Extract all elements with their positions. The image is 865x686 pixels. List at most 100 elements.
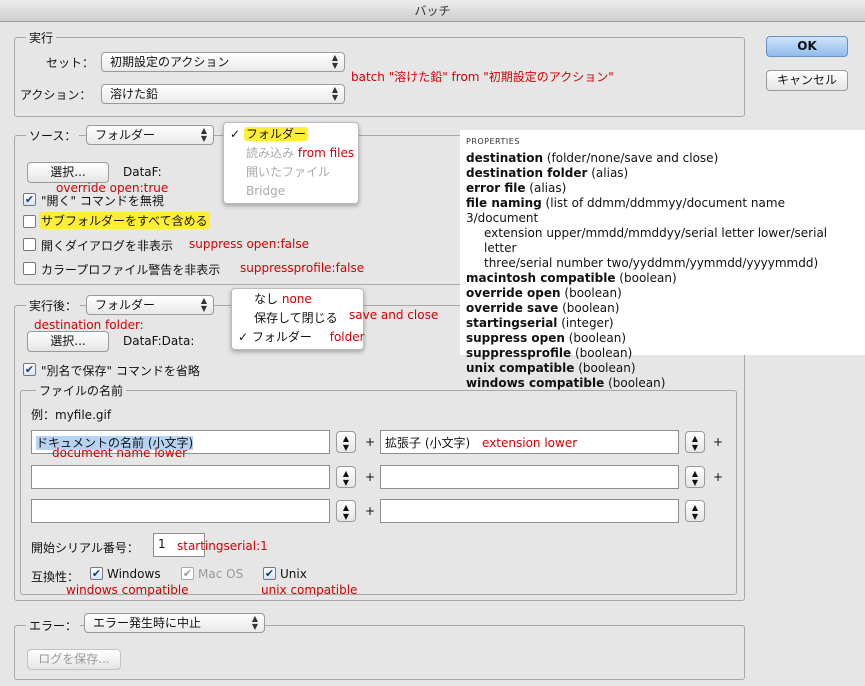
updown-arrows-icon: ▲ ▼ bbox=[251, 614, 258, 631]
override-open-checkbox[interactable]: ✔ bbox=[23, 193, 36, 206]
naming-field-3[interactable] bbox=[31, 465, 330, 489]
unix-label: Unix bbox=[280, 567, 307, 581]
prop-line: destination folder (alias) bbox=[466, 166, 629, 180]
naming-field-6-stepper[interactable]: ▲ ▼ bbox=[685, 500, 705, 522]
destination-menu-item-none[interactable]: なし none bbox=[238, 290, 357, 309]
naming-field-4[interactable] bbox=[380, 465, 679, 489]
checkmark-icon: ✔ bbox=[264, 567, 275, 580]
source-menu: ✓ フォルダー 読み込み from files 開いたファイル Bridge bbox=[223, 122, 359, 204]
naming-field-6[interactable] bbox=[380, 499, 679, 523]
destination-menu: なし none 保存して閉じる ✓ フォルダー folder bbox=[231, 288, 365, 350]
window-title: バッチ bbox=[0, 0, 865, 22]
play-note: batch "溶けた鉛" from "初期設定のアクション" bbox=[351, 70, 614, 84]
naming-field-5[interactable] bbox=[31, 499, 330, 523]
file-naming-group bbox=[20, 390, 737, 595]
source-menu-item-opened-files[interactable]: 開いたファイル bbox=[230, 163, 352, 182]
action-label: アクション： bbox=[20, 88, 92, 102]
naming-field-1-stepper[interactable]: ▲ ▼ bbox=[336, 431, 356, 453]
override-open-label: "開く" コマンドを無視 bbox=[41, 194, 164, 208]
unix-checkbox[interactable]: ✔ bbox=[263, 567, 276, 580]
prop-line: override save (boolean) bbox=[466, 301, 620, 315]
naming-field-2[interactable]: 拡張子 (小文字) extension lower bbox=[380, 430, 679, 454]
plus-4: + bbox=[713, 470, 724, 484]
source-menu-item-import[interactable]: 読み込み from files bbox=[230, 144, 354, 163]
serial-label: 開始シリアル番号： bbox=[31, 541, 139, 555]
prop-line: suppress open (boolean) bbox=[466, 331, 627, 345]
save-close-note: save and close bbox=[349, 308, 439, 322]
updown-arrows-icon: ▲ ▼ bbox=[331, 53, 338, 70]
suppress-open-label: 開くダイアログを非表示 bbox=[41, 239, 174, 253]
naming-field-4-stepper[interactable]: ▲ ▼ bbox=[685, 466, 705, 488]
errors-group bbox=[14, 625, 745, 680]
source-value: フォルダー bbox=[95, 128, 156, 142]
destination-popup[interactable]: フォルダー ▲ ▼ bbox=[86, 295, 214, 315]
destination-label: 実行後： bbox=[26, 297, 81, 314]
updown-arrows-icon: ▲ ▼ bbox=[200, 296, 207, 313]
set-label: セット： bbox=[46, 56, 95, 70]
windows-label: Windows bbox=[107, 567, 161, 581]
save-log-button[interactable]: ログを保存... bbox=[27, 649, 121, 670]
include-subfolders-label: サブフォルダーをすべて含める bbox=[39, 212, 210, 229]
macos-checkbox[interactable]: ✔ bbox=[181, 567, 194, 580]
destination-menu-item-folder[interactable]: ✓ フォルダー folder bbox=[238, 328, 365, 347]
action-popup[interactable]: 溶けた鉛 ▲ ▼ bbox=[101, 84, 345, 104]
source-menu-item-folder[interactable]: ✓ フォルダー bbox=[230, 125, 352, 144]
updown-arrows-icon: ▲ ▼ bbox=[342, 469, 350, 487]
suppress-profile-checkbox[interactable] bbox=[23, 262, 36, 275]
naming-field-2-stepper[interactable]: ▲ ▼ bbox=[685, 431, 705, 453]
destination-choose-button[interactable]: 選択... bbox=[27, 331, 109, 352]
prop-line: error file (alias) bbox=[466, 181, 567, 195]
action-value: 溶けた鉛 bbox=[110, 87, 159, 101]
checkmark-icon: ✔ bbox=[24, 363, 35, 376]
source-popup[interactable]: フォルダー ▲ ▼ bbox=[86, 125, 214, 145]
updown-arrows-icon: ▲ ▼ bbox=[691, 434, 699, 452]
set-popup[interactable]: 初期設定のアクション ▲ ▼ bbox=[101, 52, 345, 72]
errors-value: エラー発生時に中止 bbox=[93, 616, 202, 630]
errors-popup[interactable]: エラー発生時に中止 ▲ ▼ bbox=[84, 613, 265, 633]
prop-line: override open (boolean) bbox=[466, 286, 622, 300]
set-value: 初期設定のアクション bbox=[110, 55, 230, 69]
suppress-profile-note: suppressprofile:false bbox=[240, 261, 365, 275]
checkmark-icon: ✔ bbox=[182, 567, 193, 580]
ok-button[interactable]: OK bbox=[766, 36, 848, 57]
macos-label: Mac OS bbox=[198, 567, 244, 581]
checkmark-icon: ✔ bbox=[91, 567, 102, 580]
file-naming-legend: ファイルの名前 bbox=[36, 382, 127, 399]
prop-line: extension upper/mmdd/mmddyy/serial lette… bbox=[484, 226, 828, 255]
plus-2: + bbox=[713, 435, 724, 449]
prop-line: suppressprofile (boolean) bbox=[466, 346, 633, 360]
checkmark-icon: ✓ bbox=[238, 330, 249, 344]
source-label: ソース： bbox=[26, 127, 80, 144]
checkmark-icon: ✓ bbox=[230, 127, 241, 141]
properties-panel: PROPERTIES destination (folder/none/save… bbox=[460, 130, 865, 390]
source-menu-item-bridge[interactable]: Bridge bbox=[230, 182, 352, 201]
checkmark-icon: ✔ bbox=[24, 193, 35, 206]
windows-checkbox[interactable]: ✔ bbox=[90, 567, 103, 580]
updown-arrows-icon: ▲ ▼ bbox=[200, 126, 207, 143]
suppress-open-note: suppress open:false bbox=[189, 237, 309, 251]
unix-note: unix compatible bbox=[261, 583, 358, 597]
file-naming-example: 例：myfile.gif bbox=[31, 408, 112, 422]
naming-field-5-stepper[interactable]: ▲ ▼ bbox=[336, 500, 356, 522]
destination-note: destination folder: bbox=[34, 318, 144, 332]
override-save-checkbox[interactable]: ✔ bbox=[23, 363, 36, 376]
suppress-open-checkbox[interactable] bbox=[23, 238, 36, 251]
errors-label: エラー： bbox=[26, 617, 81, 634]
prop-line: unix compatible (boolean) bbox=[466, 361, 636, 375]
prop-line: windows compatible (boolean) bbox=[466, 376, 666, 390]
destination-menu-item-save-close[interactable]: 保存して閉じる bbox=[238, 309, 357, 328]
naming-field-3-stepper[interactable]: ▲ ▼ bbox=[336, 466, 356, 488]
prop-line: destination (folder/none/save and close) bbox=[466, 151, 719, 165]
prop-line: startingserial (integer) bbox=[466, 316, 614, 330]
plus-5: + bbox=[365, 504, 376, 518]
source-choose-button[interactable]: 選択... bbox=[27, 162, 109, 183]
suppress-profile-label: カラープロファイル警告を非表示 bbox=[41, 263, 221, 277]
play-legend: 実行 bbox=[26, 29, 57, 46]
destination-value: フォルダー bbox=[95, 298, 156, 312]
prop-line: three/serial number two/yyddmm/yymmdd/yy… bbox=[484, 256, 819, 270]
cancel-button[interactable]: キャンセル bbox=[766, 70, 848, 91]
windows-note: windows compatible bbox=[66, 583, 189, 597]
prop-line: file naming (list of ddmm/ddmmyy/documen… bbox=[466, 196, 785, 225]
include-subfolders-checkbox[interactable] bbox=[23, 215, 36, 228]
destination-path: DataF:Data: bbox=[123, 334, 195, 348]
